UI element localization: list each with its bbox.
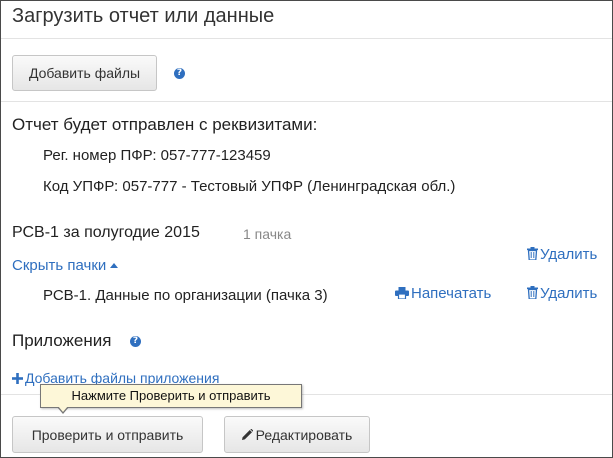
- print-pack-link[interactable]: Напечатать: [395, 285, 491, 302]
- caret-up-icon: [110, 263, 119, 268]
- check-and-send-button[interactable]: Проверить и отправить: [12, 416, 203, 453]
- pack-name: РСВ-1. Данные по организации (пачка 3): [43, 287, 328, 304]
- printer-icon: [395, 287, 409, 299]
- divider: [1, 101, 612, 102]
- report-title: РСВ-1 за полугодие 2015: [12, 224, 200, 241]
- delete-label: Удалить: [540, 285, 598, 302]
- pack-count-badge: 1 пачка: [243, 226, 292, 242]
- tooltip: Нажмите Проверить и отправить: [40, 384, 302, 408]
- delete-pack-link[interactable]: Удалить: [527, 285, 597, 302]
- question-circle-icon[interactable]: ?: [130, 336, 141, 347]
- dialog-title: Загрузить отчет или данные: [12, 5, 275, 27]
- tooltip-tail-inner: [58, 406, 68, 412]
- upload-dialog: Загрузить отчет или данные Добавить файл…: [0, 0, 613, 458]
- delete-report-link[interactable]: Удалить: [527, 246, 597, 263]
- trash-icon: [527, 247, 538, 260]
- plus-icon: [12, 373, 23, 384]
- edit-button[interactable]: Редактировать: [224, 416, 370, 453]
- trash-icon: [527, 286, 538, 299]
- pencil-icon: [241, 429, 253, 440]
- reg-number-text: Рег. номер ПФР: 057-777-123459: [43, 147, 271, 164]
- requisites-heading: Отчет будет отправлен с реквизитами:: [12, 115, 318, 134]
- delete-label: Удалить: [540, 246, 598, 263]
- attachments-heading: Приложения: [12, 331, 112, 350]
- hide-packs-link[interactable]: Скрыть пачки: [12, 257, 119, 274]
- print-label: Напечатать: [411, 285, 492, 302]
- edit-label: Редактировать: [255, 426, 353, 443]
- question-circle-icon[interactable]: ?: [174, 68, 185, 79]
- dialog-header: Загрузить отчет или данные: [1, 1, 612, 39]
- hide-packs-label: Скрыть пачки: [12, 257, 107, 274]
- upfr-code-text: Код УПФР: 057-777 - Тестовый УПФР (Ленин…: [43, 178, 456, 195]
- add-files-button[interactable]: Добавить файлы: [12, 55, 157, 91]
